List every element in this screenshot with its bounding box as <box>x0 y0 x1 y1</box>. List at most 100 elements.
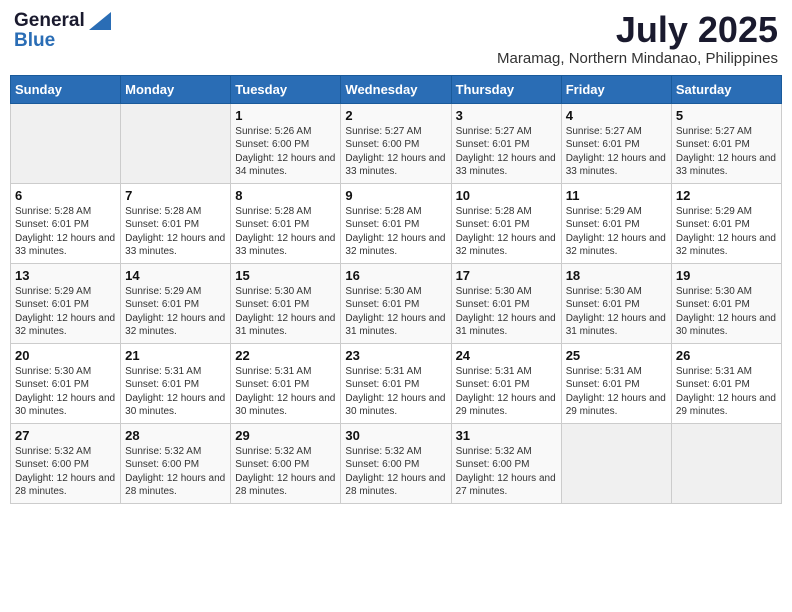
day-number: 25 <box>566 348 667 363</box>
calendar-cell: 2 Sunrise: 5:27 AMSunset: 6:00 PMDaylight… <box>341 103 451 183</box>
header-friday: Friday <box>561 75 671 103</box>
title-block: July 2025 Maramag, Northern Mindanao, Ph… <box>497 10 778 67</box>
cell-info: Sunrise: 5:31 AMSunset: 6:01 PMDaylight:… <box>456 365 557 419</box>
day-number: 7 <box>125 188 226 203</box>
day-number: 24 <box>456 348 557 363</box>
calendar-cell: 29Sunrise: 5:32 AMSunset: 6:00 PMDayligh… <box>231 423 341 503</box>
cell-info: Sunrise: 5:31 AMSunset: 6:01 PMDaylight:… <box>566 365 667 419</box>
cell-info: Sunrise: 5:27 AMSunset: 6:01 PMDaylight:… <box>566 125 667 179</box>
cell-info: Sunrise: 5:30 AMSunset: 6:01 PMDaylight:… <box>345 285 446 339</box>
calendar-cell: 6 Sunrise: 5:28 AMSunset: 6:01 PMDaylight… <box>11 183 121 263</box>
day-number: 1 <box>235 108 336 123</box>
calendar-cell <box>671 423 781 503</box>
calendar-cell: 3 Sunrise: 5:27 AMSunset: 6:01 PMDaylight… <box>451 103 561 183</box>
day-number: 2 <box>345 108 446 123</box>
calendar-cell: 1 Sunrise: 5:26 AMSunset: 6:00 PMDaylight… <box>231 103 341 183</box>
cell-info: Sunrise: 5:32 AMSunset: 6:00 PMDaylight:… <box>15 445 116 499</box>
calendar-cell: 16 Sunrise: 5:30 AMSunset: 6:01 PMDayligh… <box>341 263 451 343</box>
header-tuesday: Tuesday <box>231 75 341 103</box>
calendar-cell: 25 Sunrise: 5:31 AMSunset: 6:01 PMDayligh… <box>561 343 671 423</box>
calendar-cell: 31Sunrise: 5:32 AMSunset: 6:00 PMDayligh… <box>451 423 561 503</box>
calendar-cell: 4 Sunrise: 5:27 AMSunset: 6:01 PMDaylight… <box>561 103 671 183</box>
calendar-cell: 30 Sunrise: 5:32 AMSunset: 6:00 PMDayligh… <box>341 423 451 503</box>
location: Maramag, Northern Mindanao, Philippines <box>497 50 778 67</box>
day-number: 9 <box>345 188 446 203</box>
calendar-cell: 13 Sunrise: 5:29 AMSunset: 6:01 PMDayligh… <box>11 263 121 343</box>
day-number: 21 <box>125 348 226 363</box>
calendar-cell: 9 Sunrise: 5:28 AMSunset: 6:01 PMDaylight… <box>341 183 451 263</box>
calendar-cell <box>121 103 231 183</box>
cell-info: Sunrise: 5:30 AMSunset: 6:01 PMDaylight:… <box>566 285 667 339</box>
calendar-cell: 22Sunrise: 5:31 AMSunset: 6:01 PMDayligh… <box>231 343 341 423</box>
calendar-cell: 20 Sunrise: 5:30 AMSunset: 6:01 PMDayligh… <box>11 343 121 423</box>
calendar-cell: 23 Sunrise: 5:31 AMSunset: 6:01 PMDayligh… <box>341 343 451 423</box>
day-number: 19 <box>676 268 777 283</box>
cell-info: Sunrise: 5:30 AMSunset: 6:01 PMDaylight:… <box>15 365 116 419</box>
calendar-week-1: 6 Sunrise: 5:28 AMSunset: 6:01 PMDaylight… <box>11 183 782 263</box>
day-number: 16 <box>345 268 446 283</box>
day-number: 17 <box>456 268 557 283</box>
calendar-cell: 5 Sunrise: 5:27 AMSunset: 6:01 PMDaylight… <box>671 103 781 183</box>
cell-info: Sunrise: 5:29 AMSunset: 6:01 PMDaylight:… <box>15 285 116 339</box>
cell-info: Sunrise: 5:30 AMSunset: 6:01 PMDaylight:… <box>235 285 336 339</box>
calendar-cell: 12 Sunrise: 5:29 AMSunset: 6:01 PMDayligh… <box>671 183 781 263</box>
day-number: 27 <box>15 428 116 443</box>
cell-info: Sunrise: 5:26 AMSunset: 6:00 PMDaylight:… <box>235 125 336 179</box>
calendar-cell: 14 Sunrise: 5:29 AMSunset: 6:01 PMDayligh… <box>121 263 231 343</box>
calendar-cell: 24 Sunrise: 5:31 AMSunset: 6:01 PMDayligh… <box>451 343 561 423</box>
day-number: 15 <box>235 268 336 283</box>
calendar-cell: 7 Sunrise: 5:28 AMSunset: 6:01 PMDaylight… <box>121 183 231 263</box>
calendar-cell <box>11 103 121 183</box>
cell-info: Sunrise: 5:32 AMSunset: 6:00 PMDaylight:… <box>125 445 226 499</box>
day-number: 10 <box>456 188 557 203</box>
logo-general: General <box>14 10 85 32</box>
cell-info: Sunrise: 5:28 AMSunset: 6:01 PMDaylight:… <box>345 205 446 259</box>
day-number: 4 <box>566 108 667 123</box>
month-year: July 2025 <box>497 10 778 50</box>
day-number: 30 <box>345 428 446 443</box>
day-number: 5 <box>676 108 777 123</box>
logo-blue: Blue <box>14 30 55 52</box>
day-number: 23 <box>345 348 446 363</box>
calendar-cell: 26Sunrise: 5:31 AMSunset: 6:01 PMDayligh… <box>671 343 781 423</box>
calendar-cell: 15 Sunrise: 5:30 AMSunset: 6:01 PMDayligh… <box>231 263 341 343</box>
cell-info: Sunrise: 5:31 AMSunset: 6:01 PMDaylight:… <box>676 365 777 419</box>
cell-info: Sunrise: 5:32 AMSunset: 6:00 PMDaylight:… <box>345 445 446 499</box>
cell-info: Sunrise: 5:28 AMSunset: 6:01 PMDaylight:… <box>125 205 226 259</box>
day-number: 12 <box>676 188 777 203</box>
header-sunday: Sunday <box>11 75 121 103</box>
header-saturday: Saturday <box>671 75 781 103</box>
calendar-cell: 11Sunrise: 5:29 AMSunset: 6:01 PMDayligh… <box>561 183 671 263</box>
calendar-table: SundayMondayTuesdayWednesdayThursdayFrid… <box>10 75 782 504</box>
day-number: 6 <box>15 188 116 203</box>
calendar-cell <box>561 423 671 503</box>
cell-info: Sunrise: 5:28 AMSunset: 6:01 PMDaylight:… <box>456 205 557 259</box>
day-number: 22 <box>235 348 336 363</box>
cell-info: Sunrise: 5:27 AMSunset: 6:00 PMDaylight:… <box>345 125 446 179</box>
cell-info: Sunrise: 5:31 AMSunset: 6:01 PMDaylight:… <box>345 365 446 419</box>
calendar-cell: 10 Sunrise: 5:28 AMSunset: 6:01 PMDayligh… <box>451 183 561 263</box>
day-number: 20 <box>15 348 116 363</box>
calendar-cell: 27 Sunrise: 5:32 AMSunset: 6:00 PMDayligh… <box>11 423 121 503</box>
calendar-cell: 19 Sunrise: 5:30 AMSunset: 6:01 PMDayligh… <box>671 263 781 343</box>
calendar-cell: 28 Sunrise: 5:32 AMSunset: 6:00 PMDayligh… <box>121 423 231 503</box>
day-number: 31 <box>456 428 557 443</box>
calendar-week-3: 20 Sunrise: 5:30 AMSunset: 6:01 PMDayligh… <box>11 343 782 423</box>
day-number: 14 <box>125 268 226 283</box>
cell-info: Sunrise: 5:29 AMSunset: 6:01 PMDaylight:… <box>125 285 226 339</box>
calendar-week-4: 27 Sunrise: 5:32 AMSunset: 6:00 PMDayligh… <box>11 423 782 503</box>
cell-info: Sunrise: 5:29 AMSunset: 6:01 PMDaylight:… <box>566 205 667 259</box>
cell-info: Sunrise: 5:27 AMSunset: 6:01 PMDaylight:… <box>456 125 557 179</box>
cell-info: Sunrise: 5:30 AMSunset: 6:01 PMDaylight:… <box>456 285 557 339</box>
cell-info: Sunrise: 5:28 AMSunset: 6:01 PMDaylight:… <box>15 205 116 259</box>
calendar-cell: 17 Sunrise: 5:30 AMSunset: 6:01 PMDayligh… <box>451 263 561 343</box>
header-monday: Monday <box>121 75 231 103</box>
day-number: 29 <box>235 428 336 443</box>
day-number: 28 <box>125 428 226 443</box>
day-number: 3 <box>456 108 557 123</box>
logo-icon <box>89 12 111 30</box>
cell-info: Sunrise: 5:30 AMSunset: 6:01 PMDaylight:… <box>676 285 777 339</box>
cell-info: Sunrise: 5:27 AMSunset: 6:01 PMDaylight:… <box>676 125 777 179</box>
day-number: 13 <box>15 268 116 283</box>
cell-info: Sunrise: 5:29 AMSunset: 6:01 PMDaylight:… <box>676 205 777 259</box>
